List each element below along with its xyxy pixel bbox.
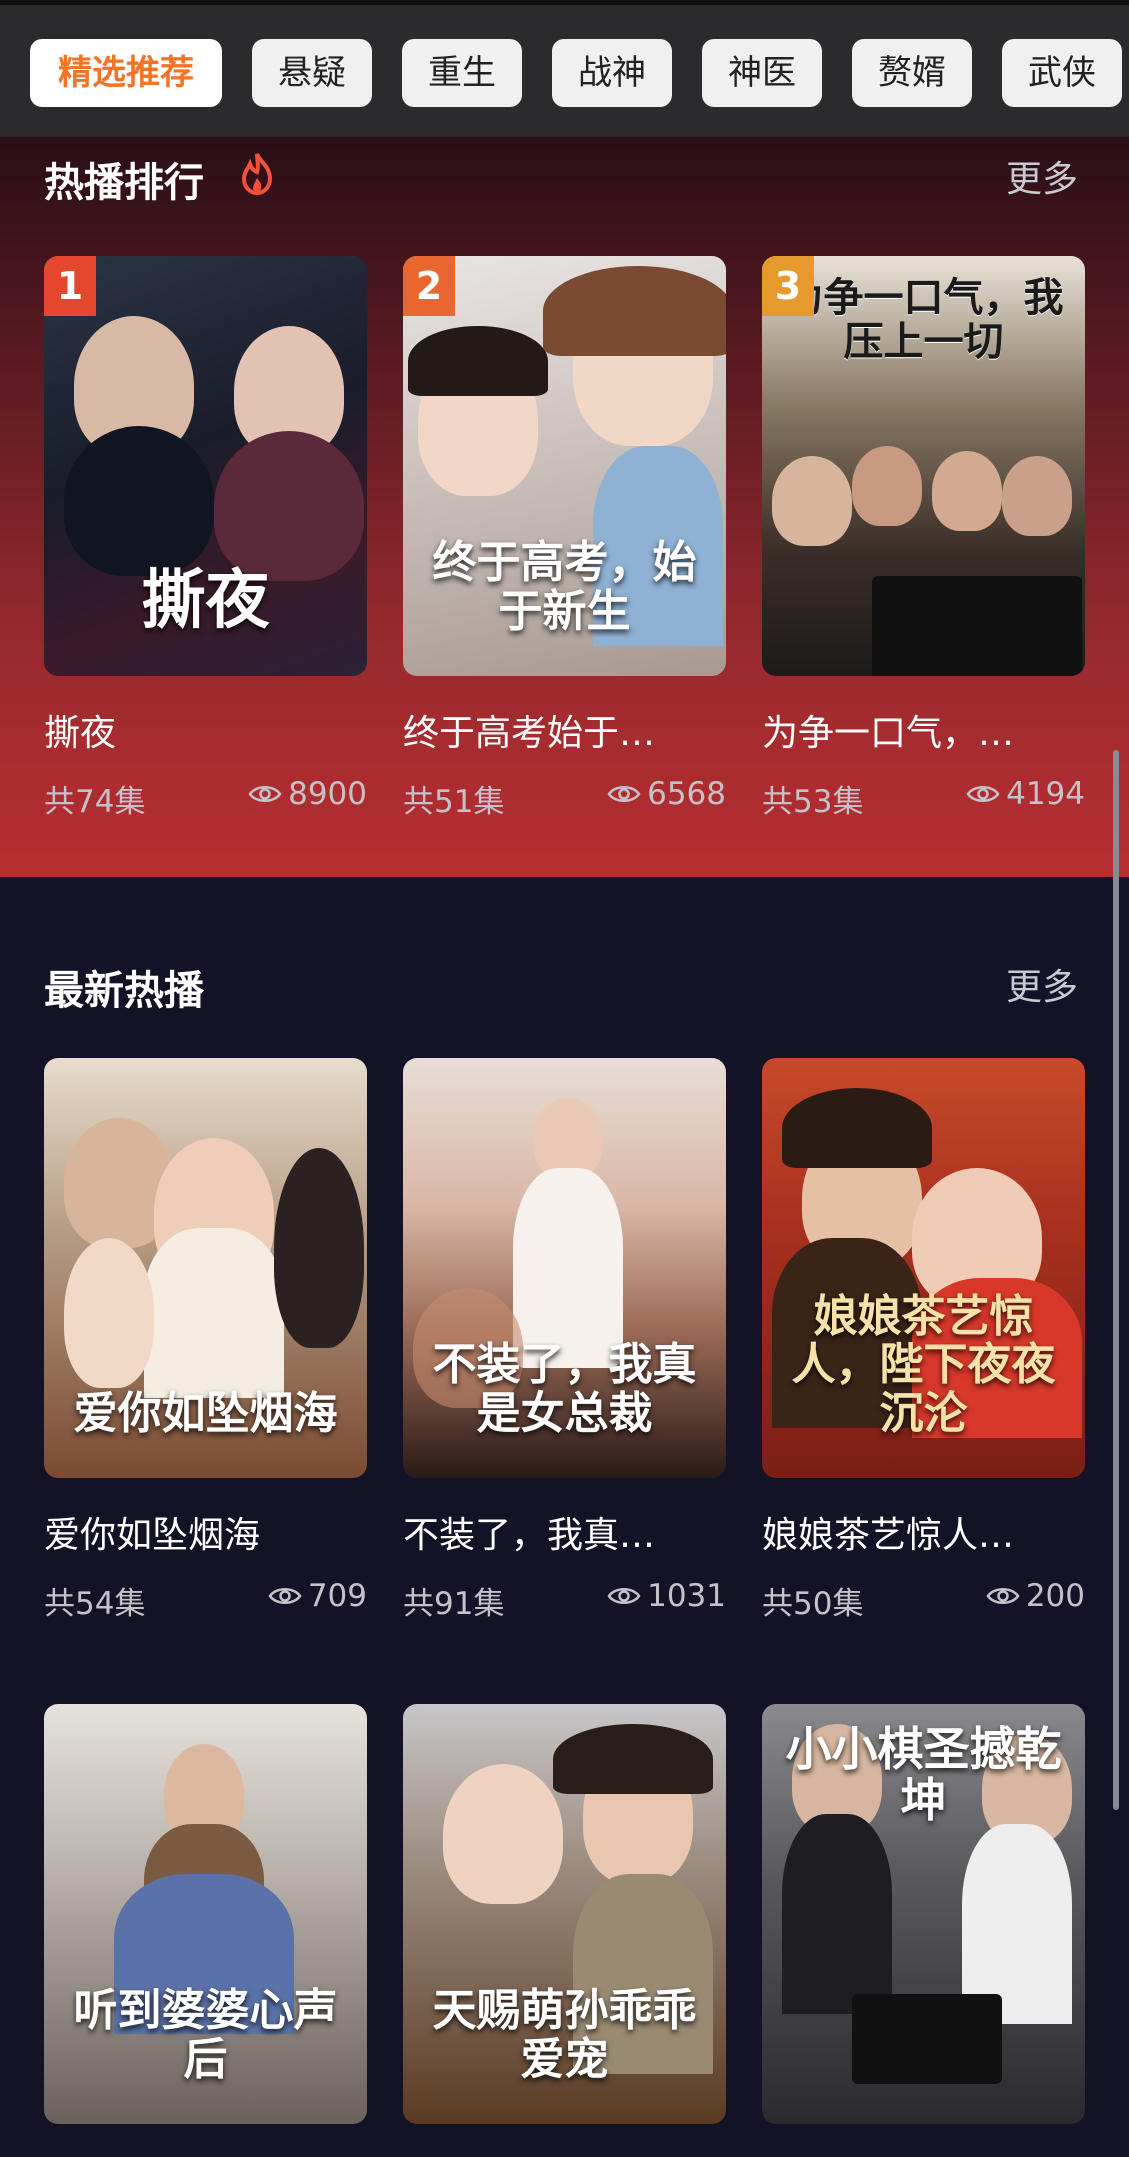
eye-icon (966, 786, 1000, 802)
poster-image[interactable]: 不装了，我真是女总裁 (403, 1058, 726, 1478)
latest-card-2[interactable]: 不装了，我真是女总裁 不装了，我真… 共91集 1031 (403, 1058, 726, 1622)
poster-image[interactable]: 爱你如坠烟海 (44, 1058, 367, 1478)
drama-title[interactable]: 终于高考始于… (403, 704, 726, 756)
poster-title: 小小棋圣撼乾坤 (785, 1722, 1062, 1827)
hot-card-2[interactable]: 终于高考，始于新生 2 终于高考始于… 共51集 6568 (403, 256, 726, 820)
eye-icon (607, 786, 641, 802)
view-count-value: 200 (1025, 1578, 1085, 1614)
poster-image[interactable]: 天赐萌孙乖乖爱宠 (403, 1704, 726, 2124)
tab-martial-arts[interactable]: 武侠 (1002, 39, 1122, 107)
poster-image[interactable]: 听到婆婆心声后 (44, 1704, 367, 2124)
view-count-value: 4194 (1006, 776, 1085, 812)
rank-badge: 1 (44, 256, 96, 316)
poster-image[interactable]: 娘娘茶艺惊人，陛下夜夜沉沦 (762, 1058, 1085, 1478)
tab-divine-doctor[interactable]: 神医 (702, 39, 822, 107)
latest-card-6[interactable]: 小小棋圣撼乾坤 (762, 1704, 1085, 2124)
drama-title[interactable]: 撕夜 (44, 704, 367, 756)
latest-more-link[interactable]: 更多 (1006, 958, 1078, 1010)
poster-title: 娘娘茶艺惊人，陛下夜夜沉沦 (791, 1290, 1056, 1439)
tab-son-in-law[interactable]: 赘婿 (852, 39, 972, 107)
view-count: 709 (268, 1578, 367, 1614)
category-tab-bar: 精选推荐 悬疑 重生 战神 神医 赘婿 武侠 (0, 0, 1129, 137)
latest-card-1[interactable]: 爱你如坠烟海 爱你如坠烟海 共54集 709 (44, 1058, 367, 1622)
view-count-value: 8900 (288, 776, 367, 812)
view-count-value: 6568 (647, 776, 726, 812)
poster-title: 天赐萌孙乖乖爱宠 (432, 1985, 697, 2085)
drama-title[interactable]: 娘娘茶艺惊人… (762, 1506, 1085, 1558)
latest-card-3[interactable]: 娘娘茶艺惊人，陛下夜夜沉沦 娘娘茶艺惊人… 共50集 200 (762, 1058, 1085, 1622)
scrollbar[interactable] (1113, 750, 1119, 1810)
latest-title: 最新热播 (44, 968, 204, 1014)
poster-image[interactable]: 为争一口气，我压上一切 3 (762, 256, 1085, 676)
hot-more-link[interactable]: 更多 (1006, 150, 1078, 202)
tab-rebirth[interactable]: 重生 (402, 39, 522, 107)
fire-icon (241, 153, 273, 195)
episode-count: 共54集 (44, 1586, 146, 1622)
eye-icon (268, 1588, 302, 1604)
poster-image[interactable]: 小小棋圣撼乾坤 (762, 1704, 1085, 2124)
view-count-value: 709 (307, 1578, 367, 1614)
rank-badge: 3 (762, 256, 814, 316)
poster-title: 听到婆婆心声后 (73, 1985, 338, 2085)
episode-count: 共50集 (762, 1586, 864, 1622)
poster-title: 不装了，我真是女总裁 (432, 1339, 697, 1439)
drama-title[interactable]: 不装了，我真… (403, 1506, 726, 1558)
episode-count: 共91集 (403, 1586, 505, 1622)
episode-count: 共51集 (403, 784, 505, 820)
view-count: 8900 (248, 776, 367, 812)
eye-icon (607, 1588, 641, 1604)
latest-card-5[interactable]: 天赐萌孙乖乖爱宠 (403, 1704, 726, 2124)
view-count-value: 1031 (647, 1578, 726, 1614)
episode-count: 共74集 (44, 784, 146, 820)
view-count: 6568 (607, 776, 726, 812)
tab-suspense[interactable]: 悬疑 (252, 39, 372, 107)
poster-title: 撕夜 (141, 562, 270, 638)
poster-image[interactable]: 终于高考，始于新生 2 (403, 256, 726, 676)
poster-image[interactable]: 撕夜 1 (44, 256, 367, 676)
view-count: 4194 (966, 776, 1085, 812)
eye-icon (248, 786, 282, 802)
poster-title: 爱你如坠烟海 (73, 1387, 338, 1439)
hot-ranking-title: 热播排行 (44, 160, 204, 206)
tab-featured[interactable]: 精选推荐 (30, 39, 222, 107)
rank-badge: 2 (403, 256, 455, 316)
drama-title[interactable]: 爱你如坠烟海 (44, 1506, 367, 1558)
drama-title[interactable]: 为争一口气，… (762, 704, 1085, 756)
latest-card-4[interactable]: 听到婆婆心声后 (44, 1704, 367, 2124)
hot-card-3[interactable]: 为争一口气，我压上一切 3 为争一口气，… 共53集 4194 (762, 256, 1085, 820)
category-tabs: 精选推荐 悬疑 重生 战神 神医 赘婿 武侠 (30, 39, 1122, 107)
view-count: 200 (986, 1578, 1085, 1614)
episode-count: 共53集 (762, 784, 864, 820)
poster-title: 终于高考，始于新生 (432, 537, 697, 637)
eye-icon (986, 1588, 1020, 1604)
hot-card-1[interactable]: 撕夜 1 撕夜 共74集 8900 (44, 256, 367, 820)
view-count: 1031 (607, 1578, 726, 1614)
tab-war-god[interactable]: 战神 (552, 39, 672, 107)
